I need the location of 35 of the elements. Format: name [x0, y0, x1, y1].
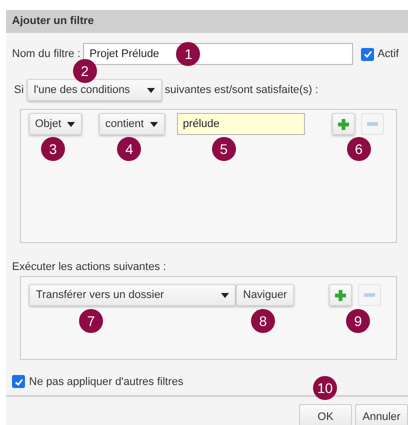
number-badge: 9	[346, 309, 370, 333]
checkbox-label: Actif	[377, 48, 399, 60]
dialog-title: Ajouter un filtre	[6, 10, 408, 33]
field-label: Si	[14, 84, 24, 96]
number-badge: 5	[212, 137, 236, 161]
ok-button[interactable]: OK	[299, 404, 352, 425]
section-label: Exécuter les actions suivantes :	[12, 261, 168, 273]
add-button[interactable]	[329, 284, 352, 306]
checkbox[interactable]	[361, 48, 374, 60]
condition-dropdown[interactable]: l'une des conditions	[26, 79, 162, 101]
browse-button[interactable]: Naviguer	[236, 284, 294, 306]
operator-dropdown[interactable]: contient	[99, 113, 165, 135]
checkbox[interactable]	[12, 375, 25, 388]
field-label: suivantes est/sont satisfaite(s) :	[164, 84, 318, 96]
number-badge: 8	[251, 309, 275, 333]
number-badge: 3	[41, 137, 65, 161]
field-dropdown[interactable]: Objet	[29, 113, 82, 135]
number-badge: 4	[117, 137, 142, 161]
caret-icon	[146, 88, 155, 92]
minus-icon	[366, 122, 378, 126]
minus-icon	[364, 293, 376, 297]
cancel-button[interactable]: Annuler	[355, 404, 408, 425]
value-field[interactable]: prélude	[176, 113, 305, 135]
number-badge: 6	[346, 137, 371, 161]
number-badge: 10	[313, 376, 337, 400]
caret-icon	[150, 122, 158, 126]
number-badge: 7	[79, 309, 103, 333]
plus-icon	[338, 118, 349, 130]
action-dropdown[interactable]: Transférer vers un dossier	[29, 284, 236, 306]
checkbox-label: Ne pas appliquer d'autres filtres	[29, 376, 184, 388]
field-label: Nom du filtre :	[12, 48, 80, 60]
add-button[interactable]	[332, 113, 355, 135]
plus-icon	[335, 290, 346, 300]
caret-icon	[221, 292, 229, 298]
caret-icon	[67, 122, 76, 126]
